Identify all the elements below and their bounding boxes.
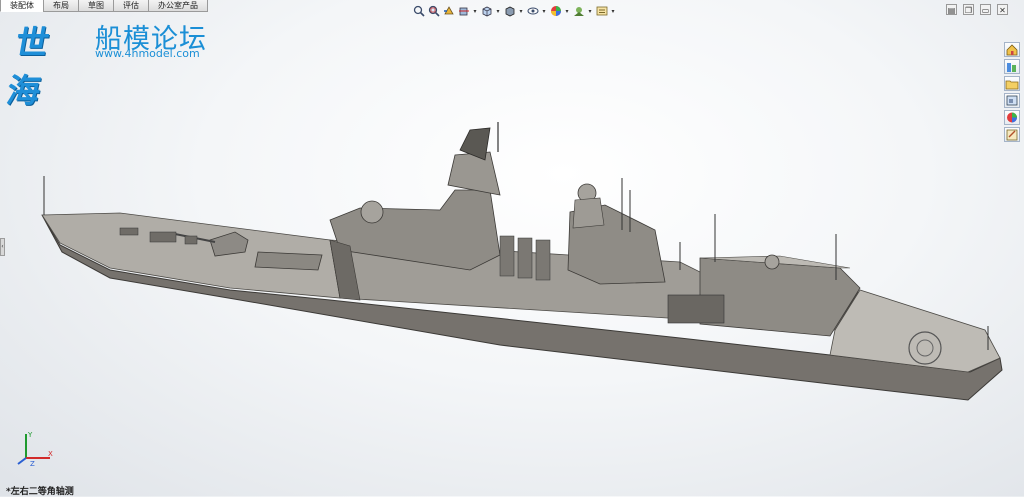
missile-launchers (499, 235, 551, 281)
hangar-radome (764, 254, 780, 270)
vls-cells (254, 251, 323, 271)
triad-z-label: Z (30, 460, 35, 468)
reference-triad: Y X Z (17, 431, 53, 468)
triad-x-label: X (48, 450, 53, 458)
forward-mast (447, 151, 501, 196)
forward-radome (360, 200, 384, 224)
aft-mast (572, 197, 605, 229)
triad-y-label: Y (27, 431, 33, 439)
view-orientation-label: *左右二等角轴测 (6, 487, 74, 497)
vent-grille (667, 294, 725, 324)
ship-model-viewport[interactable] (0, 0, 1024, 496)
